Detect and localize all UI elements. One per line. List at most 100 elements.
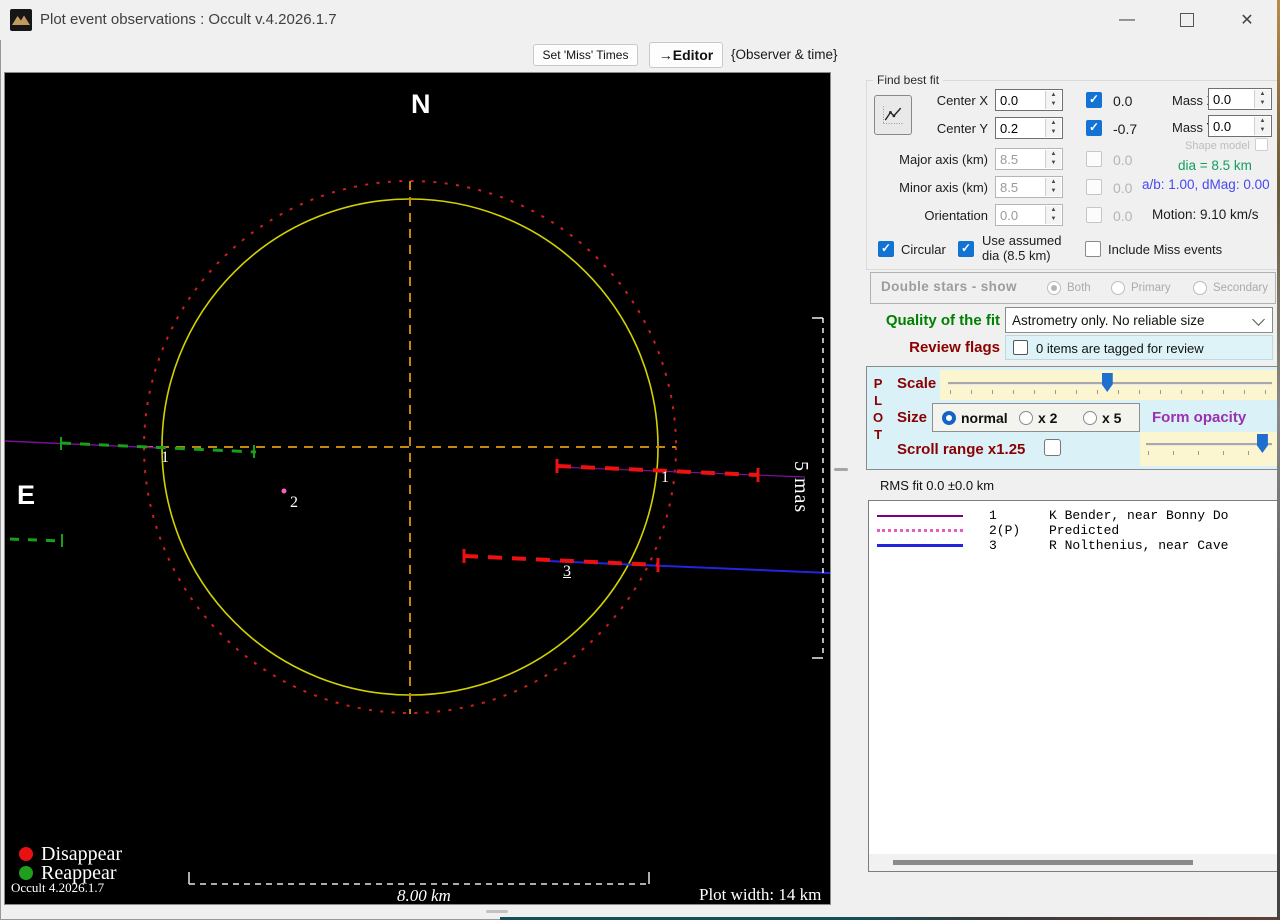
orientation-spinner: ▲ ▼ (1045, 206, 1061, 224)
minor-axis-value: 8.5 (1000, 179, 1019, 195)
list-item-number: 3 (989, 538, 997, 553)
major-axis-input: 8.5 ▲ ▼ (995, 148, 1063, 170)
scale-slider[interactable] (940, 370, 1278, 400)
plot-vertical-letter: O (873, 410, 884, 425)
list-item-observer: K Bender, near Bonny Do (1049, 508, 1229, 523)
double-stars-both-label: Both (1067, 282, 1091, 294)
center-x-value: 0.0 (1000, 92, 1019, 108)
minor-axis-checkbox[interactable] (1086, 179, 1102, 195)
horizontal-splitter-grip[interactable] (486, 910, 508, 913)
chevron-down-icon (1252, 313, 1265, 326)
orientation-input: 0.0 ▲ ▼ (995, 204, 1063, 226)
legend-list[interactable]: 1 K Bender, near Bonny Do 2(P) Predicted 3 R … (868, 500, 1280, 872)
scale-slider-ticks (950, 390, 1272, 394)
orientation-offset: 0.0 (1113, 208, 1133, 224)
orientation-checkbox[interactable] (1086, 207, 1102, 223)
center-x-spinner[interactable]: ▲ ▼ (1045, 91, 1061, 109)
center-y-offset: -0.7 (1113, 121, 1138, 137)
quality-select[interactable]: Astrometry only. No reliable size (1005, 307, 1273, 333)
set-miss-times-button[interactable]: Set 'Miss' Times (533, 44, 638, 66)
observer-time-label[interactable]: {Observer & time} (731, 47, 838, 62)
double-stars-both-radio[interactable] (1047, 281, 1061, 295)
list-item-observer: R Nolthenius, near Cave (1049, 538, 1229, 553)
list-hscrollbar[interactable] (869, 854, 1279, 871)
compass-east-label: E (17, 480, 36, 510)
shape-model-label: Shape model (1185, 140, 1250, 152)
list-item[interactable]: 1 K Bender, near Bonny Do (877, 508, 1279, 523)
size-normal-label: normal (961, 410, 1008, 426)
form-opacity-label: Form opacity (1152, 409, 1247, 426)
use-assumed-label-2: dia (8.5 km) (982, 248, 1051, 263)
dia-label: dia = 8.5 km (1178, 158, 1252, 173)
center-y-spinner[interactable]: ▲ ▼ (1045, 119, 1061, 137)
form-opacity-track (1146, 443, 1272, 446)
list-hscrollbar-thumb[interactable] (893, 860, 1193, 865)
mass-y-spinner[interactable]: ▲ ▼ (1254, 117, 1270, 135)
center-y-checkbox[interactable] (1086, 120, 1102, 136)
circular-checkbox[interactable] (878, 241, 894, 257)
minor-axis-label: Minor axis (km) (899, 180, 988, 195)
review-flags-checkbox[interactable] (1013, 340, 1028, 355)
mass-y-value: 0.0 (1213, 118, 1232, 134)
find-best-fit-title: Find best fit (873, 73, 944, 87)
double-stars-secondary-radio[interactable] (1193, 281, 1207, 295)
mas-scale-label: 5 mas (790, 461, 812, 514)
major-axis-spinner: ▲ ▼ (1045, 150, 1061, 168)
major-axis-label: Major axis (km) (899, 152, 988, 167)
chord1-east-label: 1 (661, 469, 669, 486)
center-y-value: 0.2 (1000, 120, 1019, 136)
size-x2-radio[interactable] (1019, 411, 1033, 425)
double-stars-title: Double stars - show (881, 279, 1017, 294)
center-y-label: Center Y (936, 121, 988, 136)
disappear-dot-icon (19, 847, 33, 861)
maximize-icon (1180, 13, 1194, 27)
plot-vertical-letter: L (874, 393, 883, 408)
major-axis-checkbox[interactable] (1086, 151, 1102, 167)
chord3-label: 3 (563, 563, 571, 580)
editor-button[interactable]: →Editor (649, 42, 723, 68)
occult-version-label: Occult 4.2026.1.7 (11, 880, 105, 895)
list-item[interactable]: 2(P) Predicted (877, 523, 1279, 538)
scroll-range-checkbox[interactable] (1044, 439, 1061, 456)
include-miss-checkbox[interactable] (1085, 241, 1101, 257)
size-radio-group: normal x 2 x 5 (932, 403, 1140, 432)
orientation-label: Orientation (924, 208, 988, 223)
plot-area[interactable]: N E 1 1 2 3 5 mas Disappear Reappear Occ… (4, 72, 832, 905)
minor-axis-offset: 0.0 (1113, 180, 1133, 196)
chord-line-swatch-icon (877, 514, 963, 517)
review-flags-box: 0 items are tagged for review (1005, 335, 1273, 360)
size-x5-radio[interactable] (1083, 411, 1097, 425)
double-stars-secondary-label: Secondary (1213, 282, 1268, 294)
rms-fit-label: RMS fit 0.0 ±0.0 km (880, 478, 995, 493)
center-y-input[interactable]: 0.2 ▲ ▼ (995, 117, 1063, 139)
size-normal-radio[interactable] (942, 411, 956, 425)
ab-dmag-label: a/b: 1.00, dMag: 0.00 (1142, 177, 1270, 192)
major-axis-value: 8.5 (1000, 151, 1019, 167)
chord-line-swatch-icon (877, 544, 963, 547)
center-x-checkbox[interactable] (1086, 92, 1102, 108)
mass-x-value: 0.0 (1213, 91, 1232, 107)
circular-label: Circular (901, 242, 946, 257)
minimize-button[interactable]: — (1104, 0, 1150, 40)
mass-y-input[interactable]: 0.0 ▲ ▼ (1208, 115, 1272, 137)
reappear-dot-icon (19, 866, 33, 880)
double-stars-primary-radio[interactable] (1111, 281, 1125, 295)
chord-line-swatch-icon (877, 529, 963, 532)
size-label: Size (897, 409, 928, 426)
plot-vertical-letter: P (873, 376, 883, 391)
form-opacity-slider[interactable] (1140, 432, 1280, 466)
center-x-offset: 0.0 (1113, 93, 1133, 109)
use-assumed-checkbox[interactable] (958, 241, 974, 257)
vertical-splitter-grip[interactable] (834, 468, 848, 471)
mass-x-spinner[interactable]: ▲ ▼ (1254, 90, 1270, 108)
include-miss-label: Include Miss events (1108, 242, 1223, 257)
double-stars-group: Double stars - show Both Primary Seconda… (870, 272, 1276, 304)
chord2-point (281, 488, 287, 494)
major-axis-offset: 0.0 (1113, 152, 1133, 168)
center-x-input[interactable]: 0.0 ▲ ▼ (995, 89, 1063, 111)
maximize-button[interactable] (1164, 0, 1210, 40)
shape-model-checkbox[interactable] (1255, 138, 1268, 151)
close-button[interactable]: ✕ (1224, 0, 1270, 40)
mass-x-input[interactable]: 0.0 ▲ ▼ (1208, 88, 1272, 110)
list-item[interactable]: 3 R Nolthenius, near Cave (877, 538, 1279, 553)
